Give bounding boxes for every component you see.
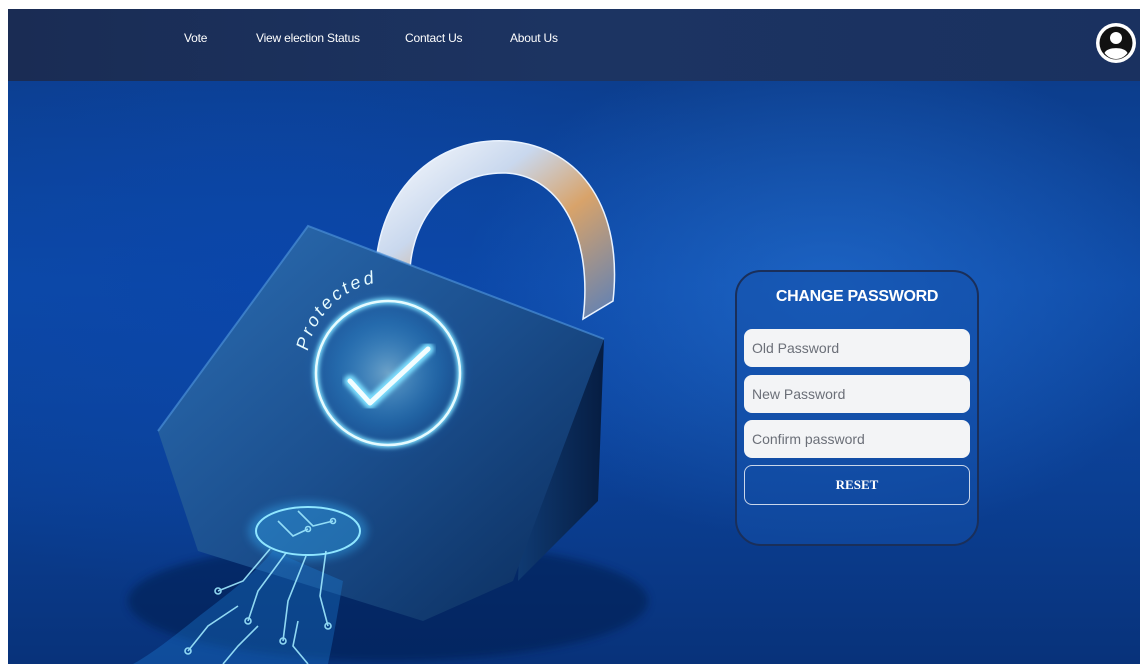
old-password-input[interactable] bbox=[744, 329, 970, 367]
app-frame: Vote View election Status Contact Us Abo… bbox=[8, 9, 1140, 664]
change-password-title: CHANGE PASSWORD bbox=[775, 288, 939, 305]
account-circle-icon[interactable] bbox=[1094, 21, 1138, 65]
nav-contact-us-link[interactable]: Contact Us bbox=[405, 31, 463, 45]
confirm-password-input[interactable] bbox=[744, 420, 970, 458]
nav-about-us-link[interactable]: About Us bbox=[510, 31, 558, 45]
top-navbar: Vote View election Status Contact Us Abo… bbox=[8, 9, 1140, 81]
nav-view-election-status-link[interactable]: View election Status bbox=[256, 31, 360, 45]
reset-button[interactable]: RESET bbox=[744, 465, 970, 505]
new-password-input[interactable] bbox=[744, 375, 970, 413]
nav-vote-link[interactable]: Vote bbox=[184, 31, 207, 45]
change-password-card: CHANGE PASSWORD RESET bbox=[735, 270, 979, 546]
hero-background: Protected CHANGE PASSWORD RESET bbox=[8, 81, 1140, 664]
